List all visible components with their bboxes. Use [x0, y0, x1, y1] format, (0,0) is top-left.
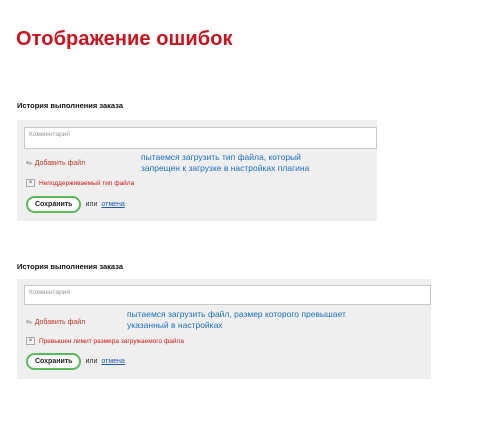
page-title: Отображение ошибок: [16, 28, 233, 50]
paperclip-icon: ✎: [24, 157, 35, 170]
annotation-line: пытаемся загрузить тип файла, который: [141, 152, 301, 162]
attach-file-link[interactable]: ✎ Добавить файл: [24, 157, 86, 170]
comment-input[interactable]: Комментарий: [24, 127, 377, 149]
paperclip-icon: ✎: [24, 316, 35, 329]
annotation-line: пытаемся загрузить файл, размер которого…: [127, 309, 346, 319]
section-title: История выполнения заказа: [17, 101, 123, 110]
comment-input[interactable]: Комментарий: [24, 285, 431, 305]
annotation-line: указанный в настройках: [127, 320, 223, 330]
attach-file-label: Добавить файл: [34, 160, 86, 167]
annotation-note: пытаемся загрузить файл, размер которого…: [127, 309, 346, 331]
remove-file-button[interactable]: ×: [26, 179, 35, 187]
save-row: Сохранить или отмена: [26, 353, 125, 370]
remove-file-button[interactable]: ×: [26, 337, 35, 345]
save-button[interactable]: Сохранить: [26, 196, 82, 213]
annotation-note: пытаемся загрузить тип файла, который за…: [141, 152, 309, 174]
save-button[interactable]: Сохранить: [26, 353, 82, 370]
save-row: Сохранить или отмена: [26, 196, 125, 213]
error-message: Превышен лимит размера загружаемого файл…: [39, 337, 184, 345]
error-row: × Неподдерживаемый тип файла: [26, 179, 134, 187]
attach-file-label: Добавить файл: [34, 319, 86, 326]
cancel-link[interactable]: отмена: [101, 201, 124, 208]
or-text: или: [85, 201, 98, 208]
annotation-line: запрещен к загрузке в настройках плагина: [141, 163, 310, 173]
or-text: или: [85, 358, 98, 365]
attach-file-link[interactable]: ✎ Добавить файл: [24, 316, 86, 329]
error-row: × Превышен лимит размера загружаемого фа…: [26, 337, 184, 345]
error-message: Неподдерживаемый тип файла: [39, 179, 135, 187]
section-title: История выполнения заказа: [17, 262, 123, 271]
cancel-link[interactable]: отмена: [101, 358, 124, 365]
